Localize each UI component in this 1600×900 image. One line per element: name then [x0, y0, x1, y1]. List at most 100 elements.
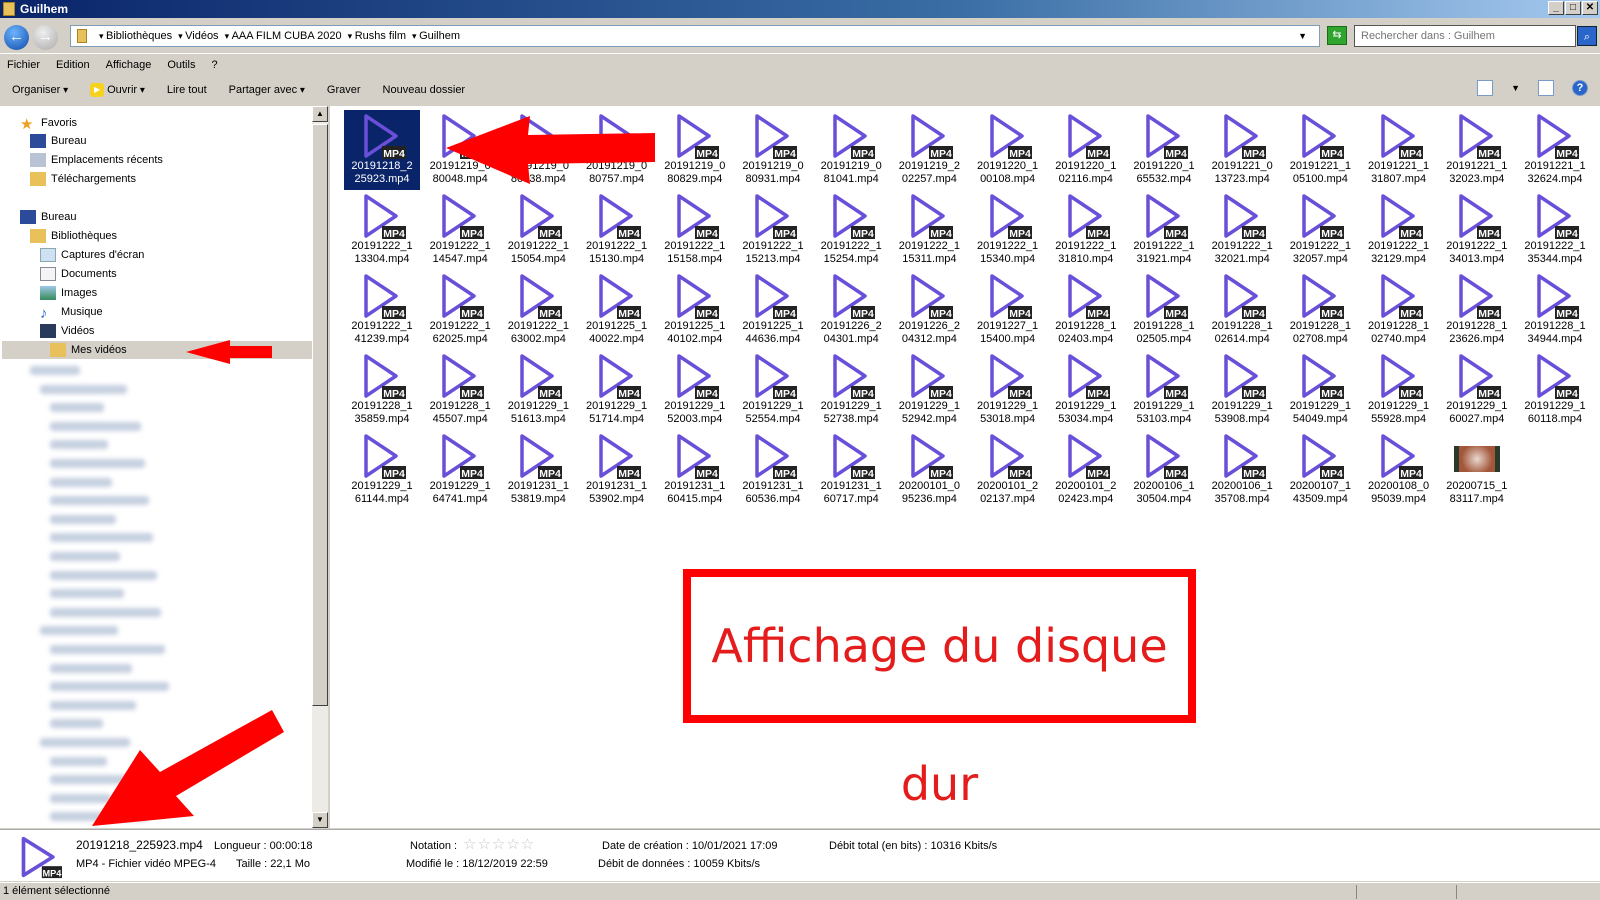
- file-item[interactable]: MP4 20191222_163002.mp4: [500, 270, 576, 350]
- file-item[interactable]: MP4 20191228_134944.mp4: [1517, 270, 1593, 350]
- file-item[interactable]: MP4 20200108_095039.mp4: [1361, 430, 1437, 510]
- file-item[interactable]: MP4 20191229_155928.mp4: [1361, 350, 1437, 430]
- history-dropdown-icon[interactable]: ▼: [1298, 31, 1307, 41]
- file-item[interactable]: MP4 20191219_080931.mp4: [735, 110, 811, 190]
- file-item[interactable]: MP4 20191229_152003.mp4: [657, 350, 733, 430]
- file-item[interactable]: MP4 20191228_135859.mp4: [344, 350, 420, 430]
- file-item[interactable]: MP4 20191229_151714.mp4: [579, 350, 655, 430]
- menu-outils[interactable]: Outils: [167, 56, 195, 76]
- forward-button[interactable]: →: [33, 25, 58, 50]
- file-item[interactable]: MP4 20191231_153819.mp4: [500, 430, 576, 510]
- file-item[interactable]: MP4 20200106_130504.mp4: [1126, 430, 1202, 510]
- file-item[interactable]: MP4 20191218_225923.mp4: [344, 110, 420, 190]
- file-item[interactable]: MP4 20191222_114547.mp4: [422, 190, 498, 270]
- file-item[interactable]: MP4 20191219_080829.mp4: [657, 110, 733, 190]
- nav-captures[interactable]: Captures d'écran: [40, 246, 144, 264]
- file-item[interactable]: MP4 20191222_131921.mp4: [1126, 190, 1202, 270]
- search-icon[interactable]: ⌕: [1577, 26, 1597, 46]
- nav-downloads[interactable]: Téléchargements: [30, 170, 136, 188]
- file-item[interactable]: MP4 20191222_132057.mp4: [1282, 190, 1358, 270]
- file-item[interactable]: MP4 20191221_131807.mp4: [1361, 110, 1437, 190]
- file-item[interactable]: MP4 20191219_081041.mp4: [813, 110, 889, 190]
- file-item[interactable]: MP4 20191229_154049.mp4: [1282, 350, 1358, 430]
- file-item[interactable]: MP4 20200101_202423.mp4: [1048, 430, 1124, 510]
- file-item[interactable]: MP4 20191222_115130.mp4: [579, 190, 655, 270]
- ouvrir-button[interactable]: ▶ Ouvrir: [90, 83, 145, 97]
- lire-tout-button[interactable]: Lire tout: [167, 84, 207, 96]
- file-item[interactable]: MP4 20191229_160118.mp4: [1517, 350, 1593, 430]
- nav-images[interactable]: Images: [40, 284, 97, 302]
- scroll-up-button[interactable]: ▲: [312, 106, 328, 122]
- file-item[interactable]: MP4 20191222_141239.mp4: [344, 270, 420, 350]
- file-item[interactable]: MP4 20191228_102740.mp4: [1361, 270, 1437, 350]
- file-item[interactable]: MP4 20191229_151613.mp4: [500, 350, 576, 430]
- nav-scrollbar[interactable]: ▲ ▼: [312, 106, 328, 828]
- file-item[interactable]: MP4 20191229_152942.mp4: [891, 350, 967, 430]
- file-item[interactable]: MP4 20191222_115311.mp4: [891, 190, 967, 270]
- file-item[interactable]: MP4 20191220_100108.mp4: [970, 110, 1046, 190]
- nav-fav-bureau[interactable]: Bureau: [30, 132, 86, 150]
- file-item[interactable]: MP4 20191219_202257.mp4: [891, 110, 967, 190]
- file-item[interactable]: MP4 20191231_160717.mp4: [813, 430, 889, 510]
- file-item[interactable]: MP4 20200101_095236.mp4: [891, 430, 967, 510]
- file-item[interactable]: MP4 20200101_202137.mp4: [970, 430, 1046, 510]
- file-item[interactable]: MP4 20191225_144636.mp4: [735, 270, 811, 350]
- graver-button[interactable]: Graver: [327, 84, 361, 96]
- file-item[interactable]: MP4 20191228_123626.mp4: [1439, 270, 1515, 350]
- file-item[interactable]: MP4 20191229_153908.mp4: [1204, 350, 1280, 430]
- file-item[interactable]: MP4 20191221_105100.mp4: [1282, 110, 1358, 190]
- partager-button[interactable]: Partager avec: [229, 84, 305, 96]
- file-item[interactable]: MP4 20200106_135708.mp4: [1204, 430, 1280, 510]
- file-item[interactable]: MP4 20191222_135344.mp4: [1517, 190, 1593, 270]
- minimize-button[interactable]: _: [1548, 1, 1564, 15]
- file-item[interactable]: MP4 20191220_102116.mp4: [1048, 110, 1124, 190]
- breadcrumb-item[interactable]: Vidéos: [178, 30, 218, 42]
- file-item[interactable]: MP4 20191229_164741.mp4: [422, 430, 498, 510]
- file-item[interactable]: MP4 20191222_115213.mp4: [735, 190, 811, 270]
- file-item[interactable]: MP4 20191225_140102.mp4: [657, 270, 733, 350]
- help-icon[interactable]: ?: [1572, 80, 1588, 96]
- nav-bibliotheques[interactable]: Bibliothèques: [30, 227, 117, 245]
- address-bar[interactable]: Bibliothèques Vidéos AAA FILM CUBA 2020 …: [70, 25, 1320, 47]
- file-item[interactable]: MP4 20191222_115054.mp4: [500, 190, 576, 270]
- nav-recent[interactable]: Emplacements récents: [30, 151, 163, 169]
- nav-mes-videos[interactable]: Mes vidéos: [2, 341, 312, 359]
- file-item[interactable]: MP4 20191222_134013.mp4: [1439, 190, 1515, 270]
- file-item[interactable]: MP4 20191222_115254.mp4: [813, 190, 889, 270]
- menu-fichier[interactable]: Fichier: [7, 56, 40, 76]
- file-item[interactable]: MP4 20191226_204312.mp4: [891, 270, 967, 350]
- file-item[interactable]: MP4 20191222_131810.mp4: [1048, 190, 1124, 270]
- menu-help[interactable]: ?: [211, 56, 217, 76]
- breadcrumb-item[interactable]: Bibliothèques: [99, 30, 172, 42]
- file-item[interactable]: MP4 20191219_080338.mp4: [500, 110, 576, 190]
- breadcrumb-item[interactable]: Guilhem: [412, 30, 460, 42]
- file-item[interactable]: MP4 20191221_013723.mp4: [1204, 110, 1280, 190]
- menu-edition[interactable]: Edition: [56, 56, 90, 76]
- file-item[interactable]: MP4 20191231_160415.mp4: [657, 430, 733, 510]
- file-item[interactable]: MP4 20191221_132624.mp4: [1517, 110, 1593, 190]
- breadcrumb-item[interactable]: Rushs film: [348, 30, 406, 42]
- scroll-down-button[interactable]: ▼: [312, 812, 328, 828]
- breadcrumb-item[interactable]: AAA FILM CUBA 2020: [225, 30, 342, 42]
- file-item[interactable]: MP4 20191231_153902.mp4: [579, 430, 655, 510]
- file-item[interactable]: MP4 20191221_132023.mp4: [1439, 110, 1515, 190]
- file-item[interactable]: MP4 20191222_132021.mp4: [1204, 190, 1280, 270]
- file-item[interactable]: MP4 20191222_132129.mp4: [1361, 190, 1437, 270]
- nav-documents[interactable]: Documents: [40, 265, 117, 283]
- file-item[interactable]: MP4 20191219_080757.mp4: [579, 110, 655, 190]
- rating-stars[interactable]: ☆☆☆☆☆: [463, 835, 535, 853]
- nav-bureau[interactable]: Bureau: [20, 208, 76, 226]
- file-item[interactable]: MP4 20191229_152738.mp4: [813, 350, 889, 430]
- nav-musique[interactable]: ♪ Musique: [40, 303, 103, 322]
- file-item[interactable]: MP4 20191228_145507.mp4: [422, 350, 498, 430]
- file-item[interactable]: MP4 20191228_102505.mp4: [1126, 270, 1202, 350]
- menu-affichage[interactable]: Affichage: [106, 56, 152, 76]
- file-item[interactable]: MP4 20191228_102708.mp4: [1282, 270, 1358, 350]
- nouveau-dossier-button[interactable]: Nouveau dossier: [383, 84, 466, 96]
- nav-favoris[interactable]: ★ Favoris: [20, 114, 77, 133]
- file-item[interactable]: MP4 20191229_153018.mp4: [970, 350, 1046, 430]
- file-item[interactable]: MP4 20191222_113304.mp4: [344, 190, 420, 270]
- file-item[interactable]: MP4 20191222_162025.mp4: [422, 270, 498, 350]
- back-button[interactable]: ←: [4, 25, 29, 50]
- file-item[interactable]: MP4 20191229_152554.mp4: [735, 350, 811, 430]
